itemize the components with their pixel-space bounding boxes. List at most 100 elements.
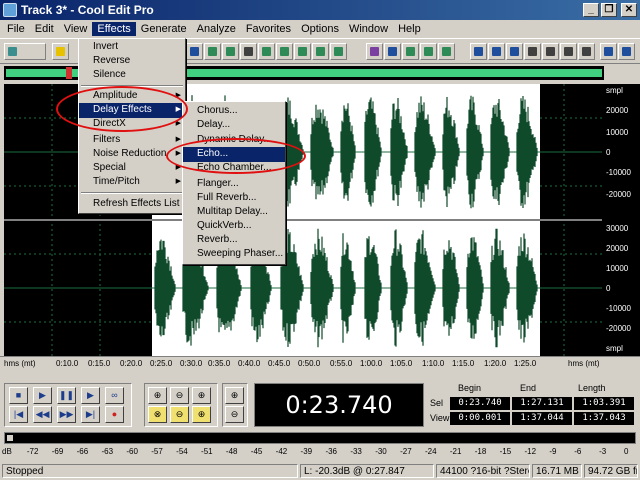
toolbar-button[interactable]: [222, 43, 239, 60]
view-begin-field[interactable]: 0:00.001: [450, 412, 510, 425]
level-scale-tick: -45: [250, 447, 263, 456]
zoom-out-full-icon[interactable]: ⊖: [170, 406, 189, 423]
menu-item-multitap-delay[interactable]: Multitap Delay...: [183, 205, 285, 220]
title-bar[interactable]: Track 3* - Cool Edit Pro _ ❐ ✕: [0, 0, 640, 20]
minimize-button[interactable]: _: [583, 3, 599, 17]
level-scale-tick: -6: [574, 447, 582, 456]
sel-length-field[interactable]: 1:03.391: [574, 397, 634, 410]
toolbar-button[interactable]: [618, 43, 635, 60]
cut-icon[interactable]: [240, 43, 257, 60]
menu-item-reverse[interactable]: Reverse: [79, 54, 185, 69]
fast-forward-button[interactable]: ▶▶: [57, 406, 76, 423]
menu-generate[interactable]: Generate: [136, 22, 192, 36]
toolbar-button[interactable]: [524, 43, 541, 60]
menu-item-special[interactable]: Special ▶: [79, 161, 185, 176]
menu-effects[interactable]: Effects: [92, 22, 136, 36]
sel-end-field[interactable]: 1:27.131: [512, 397, 572, 410]
zoom-in-left-icon[interactable]: ⊕: [192, 387, 211, 404]
menu-view[interactable]: View: [59, 22, 93, 36]
open-file-icon[interactable]: [52, 43, 69, 60]
menu-item-delay[interactable]: Delay...: [183, 118, 285, 133]
sel-begin-field[interactable]: 0:23.740: [450, 397, 510, 410]
view-length-field[interactable]: 1:37.043: [574, 412, 634, 425]
status-bar: Stopped L: -20.3dB @ 0:27.847 44100 ?16-…: [0, 462, 640, 480]
view-row-label: View: [430, 413, 450, 423]
zoom-in-horizontal-icon[interactable]: ⊕: [148, 387, 167, 404]
amplitude-tick: 10000: [606, 264, 629, 273]
toolbar-button[interactable]: [470, 43, 487, 60]
copy-icon[interactable]: [258, 43, 275, 60]
menu-item-filters[interactable]: Filters ▶: [79, 133, 185, 148]
toolbar-button[interactable]: [384, 43, 401, 60]
play-from-cursor-button[interactable]: ▶: [81, 387, 100, 404]
view-end-field[interactable]: 1:37.044: [512, 412, 572, 425]
play-button[interactable]: ▶: [33, 387, 52, 404]
zoom-full-icon[interactable]: ⊗: [148, 406, 167, 423]
zoom-out-horizontal-icon[interactable]: ⊖: [170, 387, 189, 404]
toolbar-button[interactable]: [420, 43, 437, 60]
zoom-in-vertical-icon[interactable]: ⊕: [225, 387, 244, 404]
vertical-zoom-buttons: ⊕ ⊖: [222, 383, 248, 427]
paste-icon[interactable]: [276, 43, 293, 60]
rewind-button[interactable]: ◀◀: [33, 406, 52, 423]
menu-favorites[interactable]: Favorites: [241, 22, 296, 36]
restore-button[interactable]: ❐: [601, 3, 617, 17]
go-to-start-button[interactable]: |◀: [9, 406, 28, 423]
time-ruler[interactable]: hms (mt) 0:10.0 0:15.0 0:20.0 0:25.0 0:3…: [0, 356, 640, 370]
toolbar-button[interactable]: [330, 43, 347, 60]
multitrack-toggle-button[interactable]: [4, 43, 46, 60]
menu-item-invert[interactable]: Invert: [79, 40, 185, 55]
toolbar-button[interactable]: [366, 43, 383, 60]
close-button[interactable]: ✕: [621, 3, 637, 17]
menu-item-full-reverb[interactable]: Full Reverb...: [183, 191, 285, 206]
submenu-arrow-icon: ▶: [175, 178, 181, 185]
toolbar-button[interactable]: [600, 43, 617, 60]
menu-item-reverb[interactable]: Reverb...: [183, 233, 285, 248]
level-scale-tick: dB: [2, 447, 12, 456]
menu-edit[interactable]: Edit: [30, 22, 59, 36]
zoom-buttons: ⊕ ⊖ ⊕ ⊗ ⊖ ⊕: [144, 383, 218, 427]
menu-item-time-pitch[interactable]: Time/Pitch ▶: [79, 175, 185, 190]
amplitude-tick: 0: [606, 148, 611, 157]
stop-button[interactable]: ■: [9, 387, 28, 404]
toolbar-button[interactable]: [488, 43, 505, 60]
go-to-end-button[interactable]: ▶|: [81, 406, 100, 423]
level-scale-tick: -33: [350, 447, 362, 456]
menu-options[interactable]: Options: [296, 22, 344, 36]
menu-item-quickverb[interactable]: QuickVerb...: [183, 219, 285, 234]
menu-item-chorus[interactable]: Chorus...: [183, 104, 285, 119]
menu-item-silence[interactable]: Silence: [79, 68, 185, 83]
toolbar-button[interactable]: [560, 43, 577, 60]
toolbar-button[interactable]: [506, 43, 523, 60]
menu-analyze[interactable]: Analyze: [192, 22, 241, 36]
app-icon[interactable]: [3, 3, 17, 17]
status-format: 44100 ?16-bit ?Stereo: [436, 464, 530, 478]
level-meter[interactable]: [4, 432, 636, 444]
time-unit-label: hms (mt): [568, 359, 600, 368]
toolbar-button[interactable]: [542, 43, 559, 60]
toolbar-button[interactable]: [294, 43, 311, 60]
menu-help[interactable]: Help: [393, 22, 426, 36]
toolbar-button[interactable]: [438, 43, 455, 60]
toolbar-button[interactable]: [578, 43, 595, 60]
transport-panel: ■ ▶ ❚❚ ▶ ∞ |◀ ◀◀ ▶▶ ▶| ● ⊕ ⊖ ⊕ ⊗ ⊖ ⊕ ⊕ ⊖: [4, 383, 250, 427]
loop-button[interactable]: ∞: [105, 387, 124, 404]
amplitude-tick: 10000: [606, 128, 629, 137]
menu-item-sweeping-phaser[interactable]: Sweeping Phaser...: [183, 247, 285, 262]
menu-window[interactable]: Window: [344, 22, 393, 36]
zoom-out-vertical-icon[interactable]: ⊖: [225, 406, 244, 423]
menu-item-flanger[interactable]: Flanger...: [183, 177, 285, 192]
pause-button[interactable]: ❚❚: [57, 387, 76, 404]
menu-separator: [81, 192, 183, 194]
overview-marker[interactable]: [66, 67, 72, 79]
zoom-to-selection-icon[interactable]: ⊕: [192, 406, 211, 423]
menu-item-refresh-effects-list[interactable]: Refresh Effects List: [79, 197, 185, 212]
record-button[interactable]: ●: [105, 406, 124, 423]
toolbar-button[interactable]: [186, 43, 203, 60]
menu-item-label: Time/Pitch: [93, 176, 140, 187]
menu-file[interactable]: File: [2, 22, 30, 36]
level-scale-tick: -48: [225, 447, 238, 456]
toolbar-button[interactable]: [312, 43, 329, 60]
toolbar-button[interactable]: [402, 43, 419, 60]
toolbar-button[interactable]: [204, 43, 221, 60]
